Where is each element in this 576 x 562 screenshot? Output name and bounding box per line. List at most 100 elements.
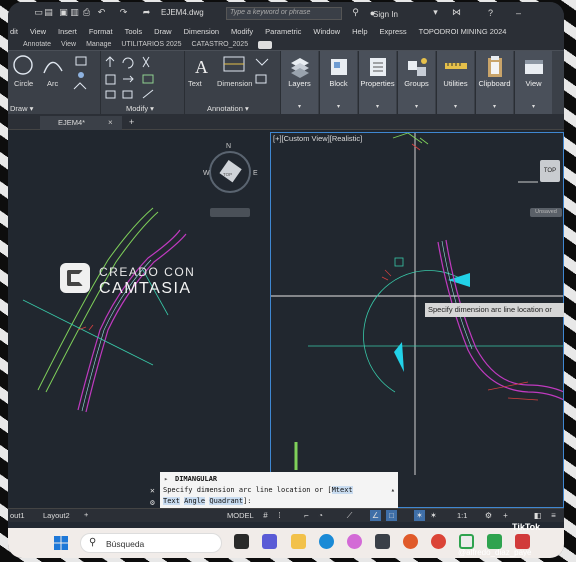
cart-icon[interactable]: ▾ bbox=[430, 7, 441, 18]
drawing-canvas[interactable]: W N E TOP [+][Custom View][Realistic] TO… bbox=[8, 130, 564, 508]
share-arrow-icon[interactable]: ➦ bbox=[141, 7, 152, 18]
menu-insert[interactable]: Insert bbox=[58, 27, 77, 36]
fillet-icon bbox=[142, 74, 154, 84]
annotation-visibility-icon[interactable]: ✶ bbox=[414, 510, 425, 521]
menu-edit[interactable]: dit bbox=[10, 27, 18, 36]
ribbon-toggle-icon[interactable] bbox=[258, 40, 273, 49]
redo-icon[interactable]: ↷ bbox=[118, 7, 129, 18]
new-tab-button[interactable]: + bbox=[129, 117, 134, 127]
option-angle[interactable]: Angle bbox=[184, 497, 206, 505]
arc-button[interactable]: Arc bbox=[47, 79, 58, 88]
menu-topodroi[interactable]: TOPODROI MINING 2024 bbox=[419, 27, 507, 36]
print-icon[interactable]: ⎙ bbox=[81, 7, 92, 18]
object-snap-tracking-icon[interactable]: ∠ bbox=[370, 510, 381, 521]
utilities-button[interactable]: Utilities ▾ bbox=[436, 51, 474, 115]
customize-menu-icon[interactable]: ≡ bbox=[548, 510, 559, 521]
help-icon[interactable]: ? bbox=[485, 7, 496, 18]
autocad-icon[interactable] bbox=[515, 534, 530, 549]
tab-view[interactable]: View bbox=[61, 41, 76, 48]
tab-annotate[interactable]: Annotate bbox=[23, 41, 51, 48]
option-mtext[interactable]: Mtext bbox=[331, 486, 353, 494]
dimension-button[interactable]: Dimension bbox=[217, 79, 252, 88]
menu-express[interactable]: Express bbox=[380, 27, 407, 36]
isodraft-icon[interactable]: ⟋ bbox=[344, 510, 355, 521]
tab-catastro[interactable]: CATASTRO_2025 bbox=[192, 41, 249, 48]
file-explorer-icon[interactable] bbox=[291, 534, 306, 549]
search-icon[interactable]: ⚲ bbox=[350, 7, 361, 18]
taskbar-search[interactable]: ⚲ Búsqueda bbox=[80, 533, 222, 553]
clipboard-button[interactable]: Clipboard ▾ bbox=[475, 51, 513, 115]
groups-button[interactable]: Groups ▾ bbox=[397, 51, 435, 115]
firefox-icon[interactable] bbox=[403, 534, 418, 549]
close-icon[interactable]: ✕ bbox=[150, 486, 155, 495]
prompt-text: Specify dimension arc line location or [ bbox=[163, 486, 332, 494]
excel-icon[interactable] bbox=[487, 534, 502, 549]
menu-format[interactable]: Format bbox=[89, 27, 113, 36]
minimize-icon[interactable]: – bbox=[513, 7, 524, 18]
named-view-badge[interactable] bbox=[210, 208, 250, 217]
windows-start-icon[interactable] bbox=[54, 536, 68, 550]
command-line[interactable]: ✕ ⚙ ▸ DIMANGULAR Specify dimension arc l… bbox=[150, 472, 398, 508]
menu-help[interactable]: Help bbox=[352, 27, 367, 36]
tab-utilitarios[interactable]: UTILITARIOS 2025 bbox=[121, 41, 181, 48]
menu-draw[interactable]: Draw bbox=[154, 27, 172, 36]
open-file-icon[interactable]: ▤ bbox=[43, 7, 54, 18]
ortho-icon[interactable]: ⌐ bbox=[301, 510, 312, 521]
plus-icon[interactable]: + bbox=[500, 510, 511, 521]
gear-icon[interactable]: ⚙ bbox=[483, 510, 494, 521]
menu-parametric[interactable]: Parametric bbox=[265, 27, 301, 36]
snap-icon[interactable]: ⁞ bbox=[274, 510, 285, 521]
scroll-up-icon[interactable]: ▴ bbox=[391, 486, 395, 494]
view-button[interactable]: View ▾ bbox=[514, 51, 552, 115]
document-title: EJEM4.dwg bbox=[161, 8, 204, 17]
unsaved-view-badge[interactable]: Unsaved bbox=[530, 208, 562, 217]
undo-icon[interactable]: ↶ bbox=[96, 7, 107, 18]
circle-button[interactable]: Circle bbox=[14, 79, 33, 88]
draw-group-title[interactable]: Draw ▾ bbox=[10, 104, 33, 113]
customize-icon[interactable]: ⚙ bbox=[150, 498, 155, 507]
layers-button[interactable]: Layers ▾ bbox=[280, 51, 318, 115]
search-input[interactable]: Type a keyword or phrase bbox=[226, 7, 342, 20]
viewport-controls[interactable]: [+][Custom View][Realistic] bbox=[273, 134, 362, 143]
menu-tools[interactable]: Tools bbox=[125, 27, 143, 36]
isolate-icon[interactable]: ◧ bbox=[532, 510, 543, 521]
close-icon[interactable]: × bbox=[108, 118, 113, 127]
save-icon[interactable]: ▣ bbox=[58, 7, 69, 18]
store-icon[interactable] bbox=[375, 534, 390, 549]
menu-window[interactable]: Window bbox=[313, 27, 340, 36]
block-button[interactable]: Block ▾ bbox=[319, 51, 357, 115]
save-as-icon[interactable]: ▥ bbox=[69, 7, 80, 18]
menu-modify[interactable]: Modify bbox=[231, 27, 253, 36]
autodesk-app-icon[interactable]: ⋈ bbox=[451, 7, 462, 18]
sign-in-link[interactable]: Sign In bbox=[373, 10, 398, 19]
properties-button[interactable]: Properties ▾ bbox=[358, 51, 396, 115]
tab-layout2[interactable]: Layout2 bbox=[43, 511, 70, 520]
task-view-icon[interactable] bbox=[234, 534, 249, 549]
option-quadrant[interactable]: Quadrant bbox=[209, 497, 244, 505]
clipboard-icon bbox=[488, 56, 502, 77]
tab-manage[interactable]: Manage bbox=[86, 41, 111, 48]
modify-group-title[interactable]: Modify ▾ bbox=[126, 104, 154, 113]
polar-icon[interactable]: ◔ bbox=[315, 510, 326, 521]
tab-layout1[interactable]: out1 bbox=[10, 511, 25, 520]
autoscale-icon[interactable]: ✶ bbox=[428, 510, 439, 521]
annotation-group-title[interactable]: Annotation ▾ bbox=[207, 104, 249, 113]
app-icon[interactable] bbox=[459, 534, 474, 549]
active-viewport[interactable] bbox=[270, 132, 564, 508]
ribbon-panel: A Circle Arc Text Dimension Draw ▾ Modif… bbox=[8, 50, 564, 115]
annotation-scale[interactable]: 1:1 bbox=[457, 511, 467, 520]
model-space-button[interactable]: MODEL bbox=[227, 511, 254, 520]
command-prompt-text: Text Angle Quadrant]: bbox=[163, 497, 252, 505]
copilot-icon[interactable] bbox=[347, 534, 362, 549]
grid-icon[interactable]: # bbox=[260, 510, 271, 521]
menu-view[interactable]: View bbox=[30, 27, 46, 36]
menu-dimension[interactable]: Dimension bbox=[184, 27, 219, 36]
object-snap-icon[interactable]: □ bbox=[386, 510, 397, 521]
chrome-icon[interactable] bbox=[431, 534, 446, 549]
add-layout-button[interactable]: + bbox=[84, 510, 88, 519]
teams-icon[interactable] bbox=[262, 534, 277, 549]
viewcube-top-button[interactable]: TOP bbox=[540, 160, 560, 182]
option-text[interactable]: Text bbox=[163, 497, 180, 505]
text-button[interactable]: Text bbox=[188, 79, 202, 88]
edge-icon[interactable] bbox=[319, 534, 334, 549]
